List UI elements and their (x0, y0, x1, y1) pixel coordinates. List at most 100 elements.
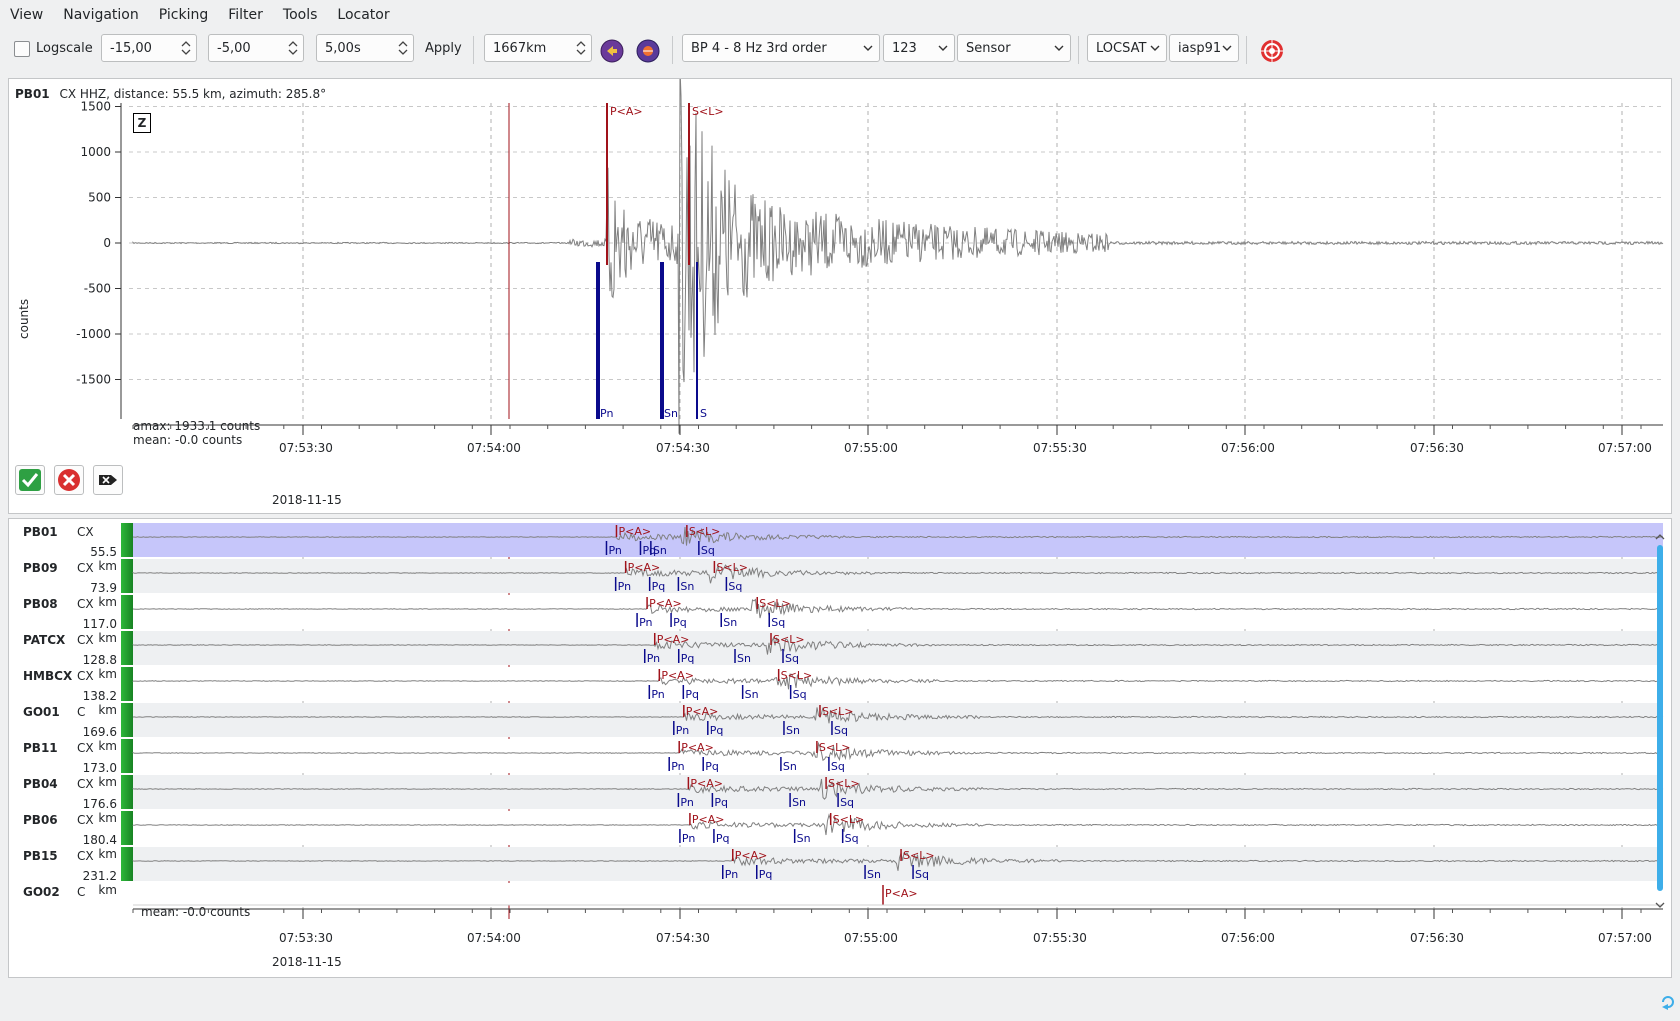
locator-value: LOCSAT (1096, 40, 1147, 56)
row-background (133, 631, 1663, 665)
scrollbar[interactable] (1653, 531, 1667, 911)
time-tick-label: 07:56:00 (1221, 931, 1275, 945)
arrival-label: Sn (783, 760, 797, 773)
station-list-panel: PB01CX55.5 kmamax: 1933.1 countsmean: 0.… (8, 518, 1672, 978)
max-spinbox[interactable]: -5,00 (208, 34, 304, 62)
locator-combo[interactable]: LOCSAT (1087, 34, 1167, 62)
arrival-label: Pq (714, 796, 728, 809)
mean-label: mean: -0.0 counts (133, 433, 243, 447)
menu-view[interactable]: View (0, 7, 53, 23)
arrival-label: Sn (664, 407, 678, 420)
component-combo[interactable]: 123 (883, 34, 955, 62)
target-icon (1261, 40, 1283, 62)
apply-button[interactable]: Apply (425, 41, 462, 56)
menu-tools[interactable]: Tools (273, 7, 328, 23)
time-tick-label: 07:55:30 (1033, 931, 1087, 945)
arrival-label: Sn (653, 544, 667, 557)
chevron-down-icon (1150, 45, 1160, 51)
station-traces[interactable]: P<A> S<L> Pn Pq Sn Sq P<A> S<L> Pn Pq Sn Sq P<A> S<L>… (9, 519, 1671, 977)
p-pick-label: P<A> (690, 777, 723, 790)
chevron-down-icon (938, 45, 948, 51)
sort-distance-button[interactable] (600, 39, 624, 63)
arrival-label: Pn (600, 407, 613, 420)
time-tick-label: 07:55:00 (844, 931, 898, 945)
min-spinbox[interactable]: -15,00 (101, 34, 197, 62)
menu-locator[interactable]: Locator (327, 7, 399, 23)
component-value: 123 (892, 40, 917, 56)
reject-button[interactable] (54, 465, 84, 495)
arrival-label: Sn (737, 652, 751, 665)
menu-filter[interactable]: Filter (218, 7, 273, 23)
toolbar: Logscale -15,00 -5,00 5,00s Apply 1667km… (0, 32, 1680, 68)
p-pick-label: P<A> (649, 597, 682, 610)
arrival-label: Pq (652, 580, 666, 593)
arrival-label: Pn (671, 760, 684, 773)
filter-value: BP 4 - 8 Hz 3rd order (691, 40, 827, 56)
row-background (133, 775, 1663, 809)
arrival-label: Sn (723, 616, 737, 629)
arrival-label: Pn (639, 616, 652, 629)
p-pick-label: P<A> (618, 525, 651, 538)
arrival-label: Sq (793, 688, 807, 701)
s-pick-label: S<L> (689, 525, 721, 538)
logscale-checkbox[interactable] (14, 41, 30, 57)
arrival-label: Sn (792, 796, 806, 809)
s-pick-label: S<L> (759, 597, 791, 610)
spin-arrows-icon (575, 38, 587, 58)
scrollbar-thumb[interactable] (1657, 545, 1663, 891)
p-pick-label: P<A> (610, 105, 643, 118)
time-tick-label: 07:56:30 (1410, 931, 1464, 945)
y-tick-label: 500 (88, 191, 111, 205)
chevron-down-icon (863, 45, 873, 51)
menu-navigation[interactable]: Navigation (53, 7, 149, 23)
model-value: iasp91 (1178, 40, 1222, 56)
filter-combo[interactable]: BP 4 - 8 Hz 3rd order (682, 34, 880, 62)
separator (672, 36, 673, 64)
next-button[interactable] (93, 465, 123, 495)
arrival-label: Pq (705, 760, 719, 773)
distance-value: 1667km (493, 40, 547, 56)
arrival-label: Sn (680, 580, 694, 593)
row-background (133, 523, 1663, 557)
min-value: -15,00 (110, 40, 152, 56)
separator (1078, 36, 1079, 64)
close-icon (58, 469, 80, 491)
time-tick-label: 07:57:00 (1598, 931, 1652, 945)
y-tick-label: 1000 (80, 145, 111, 159)
arrival-label: Sq (728, 580, 742, 593)
arrival-label: Pq (685, 688, 699, 701)
time-tick-label: 07:53:30 (279, 441, 333, 455)
arrival-label: Sq (701, 544, 715, 557)
arrival-label: Sq (785, 652, 799, 665)
time-tick-label: 07:56:00 (1221, 441, 1275, 455)
chevron-up-icon (1655, 534, 1665, 540)
arrival-label: Pq (716, 832, 730, 845)
spin-arrows-icon (397, 38, 409, 58)
p-pick-label: P<A> (628, 561, 661, 574)
max-value: -5,00 (217, 40, 251, 56)
menu-picking[interactable]: Picking (149, 7, 218, 23)
amax-label: amax: 1933.1 counts (133, 419, 261, 433)
menubar: View Navigation Picking Filter Tools Locator (0, 0, 1680, 30)
relocate-button[interactable] (1260, 39, 1284, 63)
p-pick-label: P<A> (686, 705, 719, 718)
sort-station-button[interactable] (636, 39, 660, 63)
arrival-label: Sn (867, 868, 881, 881)
separator (473, 36, 474, 64)
model-combo[interactable]: iasp91 (1169, 34, 1239, 62)
s-pick-label: S<L> (833, 813, 865, 826)
row-background (133, 739, 1663, 773)
unit-combo[interactable]: Sensor (957, 34, 1071, 62)
time-spinbox[interactable]: 5,00s (316, 34, 414, 62)
y-tick-label: 0 (103, 236, 111, 250)
distance-spinbox[interactable]: 1667km (484, 34, 592, 62)
p-pick-label: P<A> (661, 669, 694, 682)
row-background (133, 847, 1663, 881)
accept-button[interactable] (15, 465, 45, 495)
y-tick-label: -1000 (76, 327, 111, 341)
main-trace-panel: PB01 CX HHZ, distance: 55.5 km, azimuth:… (8, 78, 1672, 514)
chevron-down-icon (1054, 45, 1064, 51)
arrival-label: Sn (797, 832, 811, 845)
arrival-label: Pn (647, 652, 660, 665)
date-label: 2018-11-15 (272, 955, 342, 969)
